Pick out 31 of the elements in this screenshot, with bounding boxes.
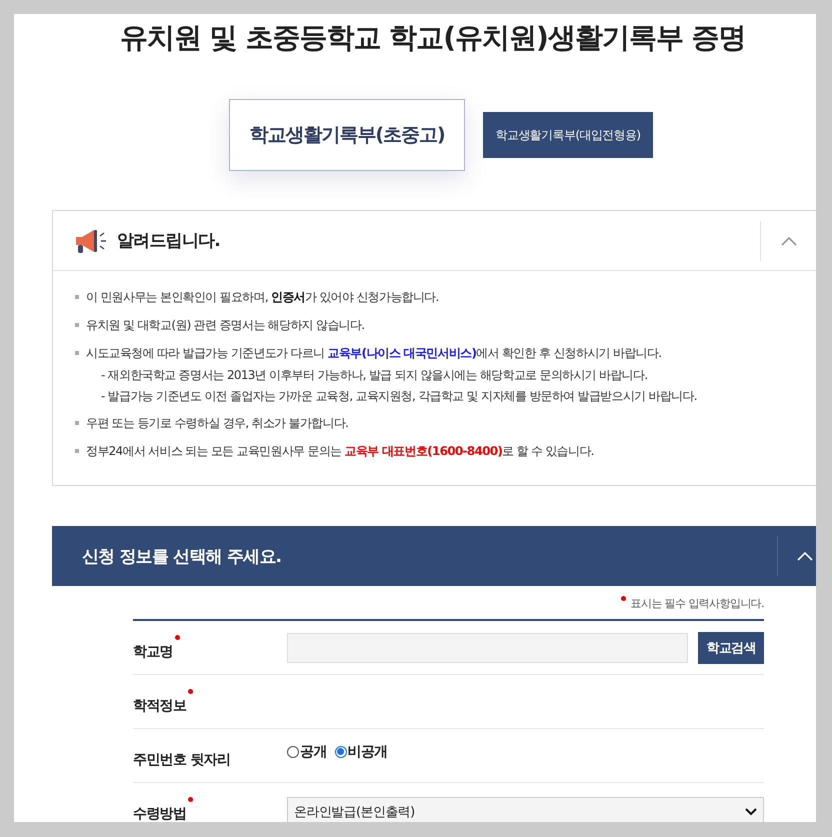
dropdown-icon [745, 808, 757, 816]
tab[interactable]: 학교생활기록부(대입전형용) [483, 112, 653, 158]
field-label: 주민번호 뒷자리 [133, 750, 230, 768]
notice-subtext: - 재외한국학교 증명서는 2013년 이후부터 가능하나, 발급 되지 않을시에는 해당학교로 문의하시기 바랍니다. [100, 367, 648, 383]
notice-text: 시도교육청에 따라 발급가능 기준년도가 다르니 교육부(나이스 대국민서비스)에서 확인한 후 신청하시기 바랍니다. [86, 345, 662, 362]
bullet-icon [75, 295, 79, 299]
required-note: 표시는 필수 입력사항입니다. [630, 596, 764, 611]
field-label: 수령방법 [133, 804, 186, 822]
receipt-method-select[interactable]: 온라인발급(본인출력) [287, 796, 764, 822]
notice-text: 유치원 및 대학교(원) 관련 증명서는 해당하지 않습니다. [86, 317, 364, 334]
bullet-icon [75, 421, 79, 425]
radio-button[interactable] [287, 746, 299, 758]
bullet-icon [75, 323, 79, 327]
bullet-icon [75, 351, 79, 355]
radio-option[interactable]: 비공개 [334, 742, 388, 760]
page-title: 유치원 및 초중등학교 학교(유치원)생활기록부 증명 [119, 20, 747, 56]
school-search-button[interactable]: 학교검색 [698, 632, 764, 664]
notice-text: 정부24에서 서비스 되는 모든 교육민원사무 문의는 교육부 대표번호(1600-8400)로 할 수 있습니다. [86, 443, 594, 460]
required-dot [620, 596, 626, 601]
field-label: 학적정보 [133, 696, 186, 714]
field-label: 학교명 [133, 642, 173, 660]
tab[interactable]: 학교생활기록부(초중고) [229, 99, 465, 171]
notice-subtext: - 발급가능 기준년도 이전 졸업자는 가까운 교육청, 교육지원청, 각급학교 및 지자체를 방문하여 발급받으시기 바랍니다. [100, 388, 698, 404]
notice-title: 알려드립니다. [117, 230, 221, 252]
form-title: 신청 정보를 선택해 주세요. [82, 546, 282, 568]
bullet-icon [75, 449, 79, 453]
radio-option[interactable]: 공개 [287, 742, 327, 760]
notice-text: 우편 또는 등기로 수령하실 경우, 취소가 불가합니다. [86, 415, 348, 432]
radio-button[interactable] [334, 746, 347, 758]
school-name-field[interactable] [287, 632, 688, 662]
notice-text: 이 민원사무는 본인확인이 필요하며, 인증서가 있어야 신청가능합니다. [86, 289, 439, 306]
